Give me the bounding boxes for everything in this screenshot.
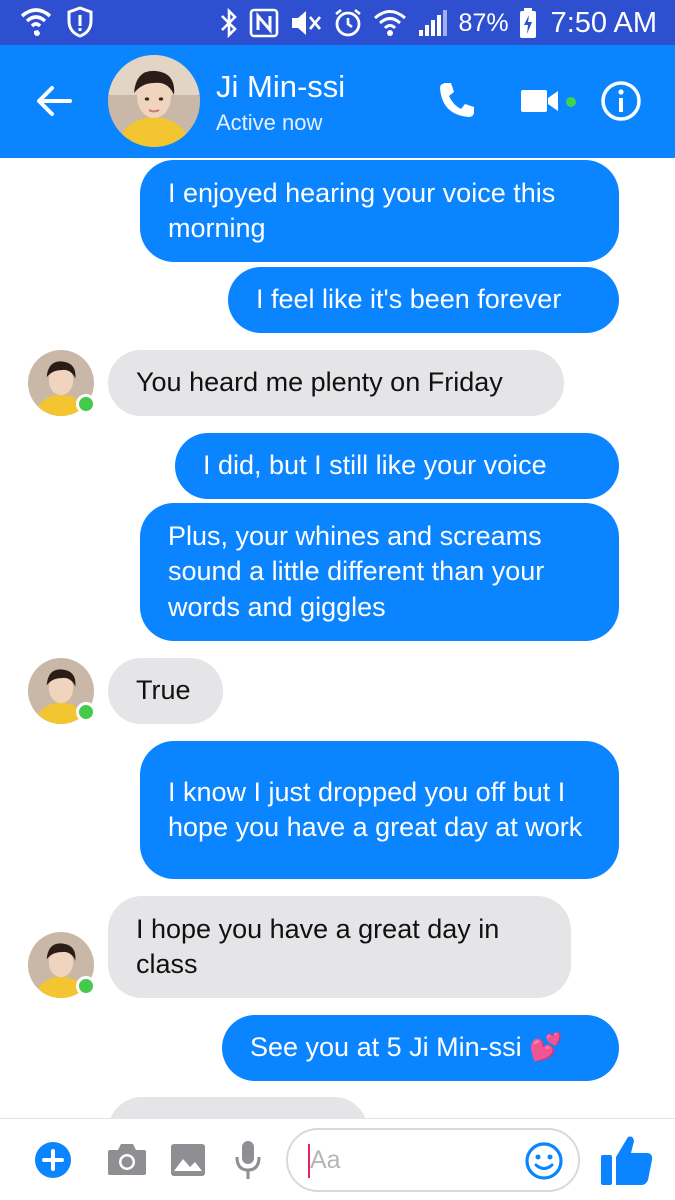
camera-icon[interactable]	[106, 1141, 148, 1177]
incoming-message[interactable]: I hope you have a great day in class	[108, 896, 571, 998]
status-bar: 87% 7:50 AM	[0, 0, 675, 45]
presence-status: Active now	[216, 110, 323, 135]
mute-icon	[291, 11, 321, 35]
microphone-icon[interactable]	[234, 1139, 262, 1181]
outgoing-message[interactable]: I know I just dropped you off but I hope…	[140, 741, 619, 879]
message-composer: Aa	[0, 1118, 675, 1200]
outgoing-message[interactable]: Plus, your whines and screams sound a li…	[140, 503, 619, 641]
nfc-icon	[249, 8, 278, 38]
alert-shield-icon	[67, 6, 93, 38]
outgoing-message[interactable]: I enjoyed hearing your voice this mornin…	[140, 160, 619, 262]
contact-mini-avatar[interactable]	[28, 658, 96, 724]
online-indicator	[76, 976, 96, 996]
bluetooth-icon	[220, 8, 237, 38]
incoming-message[interactable]: You heard me plenty on Friday	[108, 350, 564, 416]
conversation-header: Ji Min-ssi Active now	[0, 45, 675, 158]
phone-icon[interactable]	[436, 79, 478, 121]
wifi-call-icon	[20, 8, 52, 36]
outgoing-message[interactable]: I did, but I still like your voice	[175, 433, 619, 499]
thumbs-up-icon[interactable]	[598, 1131, 656, 1189]
message-input-placeholder: Aa	[310, 1146, 341, 1174]
battery-percent: 87%	[458, 8, 509, 37]
status-time: 7:50 AM	[550, 6, 657, 39]
contact-name: Ji Min-ssi	[216, 69, 346, 104]
video-active-dot	[566, 97, 576, 107]
plus-icon[interactable]	[34, 1141, 72, 1179]
back-arrow-icon[interactable]	[34, 81, 74, 121]
video-icon[interactable]	[520, 85, 560, 117]
outgoing-message[interactable]: See you at 5 Ji Min-ssi 💕	[222, 1015, 619, 1081]
alarm-icon	[334, 8, 361, 37]
battery-charging-icon	[519, 8, 536, 38]
contact-mini-avatar[interactable]	[28, 350, 96, 416]
contact-avatar[interactable]	[108, 55, 200, 147]
online-indicator	[76, 394, 96, 414]
contact-mini-avatar[interactable]	[28, 932, 96, 998]
incoming-message[interactable]: True	[108, 658, 223, 724]
outgoing-message[interactable]: I feel like it's been forever	[228, 267, 619, 333]
online-indicator	[76, 702, 96, 722]
emoji-icon[interactable]	[524, 1141, 564, 1181]
image-icon[interactable]	[170, 1143, 206, 1177]
wifi-icon	[373, 10, 406, 36]
info-icon[interactable]	[600, 80, 642, 122]
message-input[interactable]: Aa	[286, 1128, 580, 1192]
signal-icon	[418, 10, 447, 36]
